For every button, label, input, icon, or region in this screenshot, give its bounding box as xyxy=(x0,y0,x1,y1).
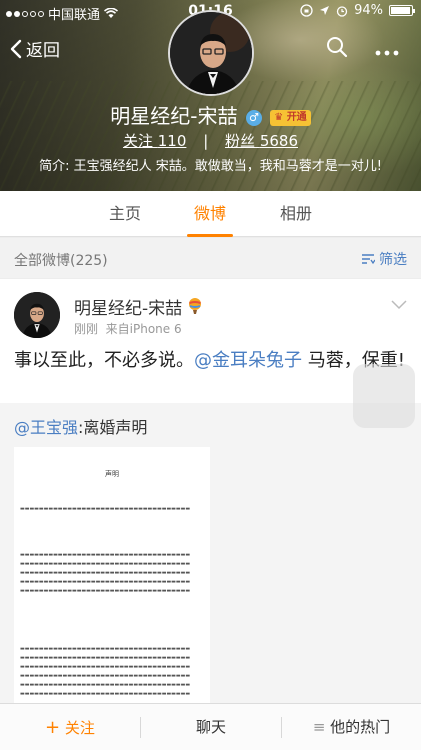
image-text-block: ▬▬▬▬▬▬▬▬▬▬▬▬▬▬▬▬▬▬▬▬▬▬▬▬▬▬▬▬▬▬▬▬▬▬▬▬ xyxy=(20,506,191,512)
filter-bar: 全部微博(225) 筛选 xyxy=(0,238,421,278)
battery-icon xyxy=(389,5,415,16)
repost-mention-link[interactable]: @王宝强 xyxy=(14,418,78,437)
tab-album[interactable]: 相册 xyxy=(261,191,331,237)
location-icon xyxy=(320,6,330,15)
statement-image[interactable]: 声明 ▬▬▬▬▬▬▬▬▬▬▬▬▬▬▬▬▬▬▬▬▬▬▬▬▬▬▬▬▬▬▬▬▬▬▬▬ … xyxy=(14,447,210,703)
stats-divider: | xyxy=(203,132,209,150)
post-author-avatar[interactable] xyxy=(14,292,60,338)
post-author-name[interactable]: 明星经纪-宋喆 xyxy=(74,294,202,319)
followers-link[interactable]: 粉丝 5686 xyxy=(225,132,298,150)
profile-intro: 简介: 王宝强经纪人 宋喆。敢做敢当，我和马蓉才是一对儿! xyxy=(39,159,382,174)
mention-link[interactable]: @金耳朵兔子 xyxy=(194,350,302,371)
post-meta: 刚刚 来自iPhone 6 xyxy=(74,320,182,337)
alarm-icon xyxy=(336,5,348,17)
image-text-block: ▬▬▬▬▬▬▬▬▬▬▬▬▬▬▬▬▬▬▬▬▬▬▬▬▬▬▬▬▬▬▬▬▬▬▬▬ ▬▬▬▬… xyxy=(20,646,191,697)
filter-button[interactable]: 筛选 xyxy=(361,249,407,269)
reposted-content[interactable]: @王宝强:离婚声明 声明 ▬▬▬▬▬▬▬▬▬▬▬▬▬▬▬▬▬▬▬▬▬▬▬▬▬▬▬… xyxy=(0,403,421,703)
search-button[interactable] xyxy=(326,36,348,62)
follow-button[interactable]: + 关注 xyxy=(0,704,140,750)
chat-button[interactable]: 聊天 xyxy=(141,704,281,750)
assistive-touch-button[interactable] xyxy=(353,364,415,428)
bottom-action-bar: + 关注 聊天 ≡ 他的热门 xyxy=(0,703,421,750)
filter-icon xyxy=(362,254,375,265)
chevron-down-icon xyxy=(391,300,407,310)
profile-avatar[interactable] xyxy=(168,10,254,96)
profile-name-row: 明星经纪-宋喆 ♂ ♛ 开通 xyxy=(0,100,421,129)
list-icon: ≡ xyxy=(312,718,326,736)
filter-label: 筛选 xyxy=(379,252,407,268)
post-text: 事以至此，不必多说。@金耳朵兔子 马蓉，保重! xyxy=(14,350,405,371)
follow-stats: 关注 110 | 粉丝 5686 xyxy=(0,130,421,151)
statement-image-title: 声明 xyxy=(105,470,119,478)
tab-weibo[interactable]: 微博 xyxy=(175,191,245,237)
profile-tabs: 主页 微博 相册 xyxy=(0,191,421,237)
balloon-icon xyxy=(188,298,201,314)
battery-percent: 94% xyxy=(354,3,383,18)
back-label: 返回 xyxy=(26,41,60,61)
hot-posts-button[interactable]: ≡ 他的热门 xyxy=(282,704,421,750)
tab-home[interactable]: 主页 xyxy=(90,191,160,237)
post-time: 刚刚 xyxy=(74,322,99,336)
post-source: 来自iPhone 6 xyxy=(105,322,182,336)
vip-badge[interactable]: ♛ 开通 xyxy=(270,109,311,126)
profile-name: 明星经纪-宋喆 xyxy=(110,104,238,128)
repost-text: @王宝强:离婚声明 xyxy=(14,418,148,437)
image-text-block: ▬▬▬▬▬▬▬▬▬▬▬▬▬▬▬▬▬▬▬▬▬▬▬▬▬▬▬▬▬▬▬▬▬▬▬▬ ▬▬▬▬… xyxy=(20,552,191,594)
rotation-lock-icon xyxy=(300,4,313,17)
following-link[interactable]: 关注 110 xyxy=(123,132,186,150)
more-button[interactable] xyxy=(374,42,400,61)
gender-icon: ♂ xyxy=(245,109,262,126)
chevron-left-icon xyxy=(10,39,22,58)
post-menu-button[interactable] xyxy=(391,295,407,314)
search-icon xyxy=(327,37,348,58)
weibo-post: 明星经纪-宋喆 刚刚 来自iPhone 6 事以至此，不必多说。@金耳朵兔子 马… xyxy=(0,279,421,703)
plus-icon: + xyxy=(45,717,61,738)
more-icon xyxy=(375,50,399,56)
back-button[interactable]: 返回 xyxy=(10,36,60,61)
all-posts-count: 全部微博(225) xyxy=(14,253,108,269)
